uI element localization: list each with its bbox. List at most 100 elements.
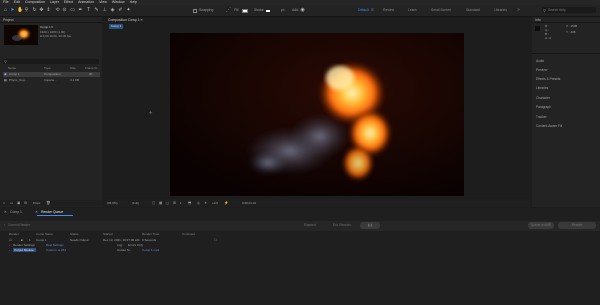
- grid-icon[interactable]: ⊞: [173, 199, 176, 207]
- fill-swatch[interactable]: [242, 8, 248, 13]
- panel-effects-presets[interactable]: Effects & Presets: [536, 77, 560, 81]
- search-help-input[interactable]: ⚲ Search Help: [542, 7, 596, 13]
- output-module-label[interactable]: Output Module:: [13, 248, 36, 252]
- project-search-input[interactable]: ⚲: [3, 59, 99, 64]
- pan-tool-icon[interactable]: ✥: [39, 8, 44, 13]
- panel-tracker[interactable]: Tracker: [536, 115, 547, 119]
- col-started[interactable]: Started: [103, 232, 113, 236]
- project-item-footage[interactable]: ▤ Phyric_Cog... Importe... 3.1 KB: [3, 78, 100, 83]
- bit-depth[interactable]: 8 bpc: [33, 201, 40, 205]
- camera-icon[interactable]: ⬒: [188, 199, 191, 207]
- selection-tool-icon[interactable]: ➤: [10, 8, 15, 13]
- output-module-value[interactable]: Custom: H.264: [46, 248, 66, 252]
- snapshot-icon[interactable]: ◎: [197, 199, 200, 207]
- expand-icon[interactable]: ›: [9, 243, 10, 247]
- workspace-menu-icon[interactable]: ≡: [370, 8, 375, 13]
- brush-tool-icon[interactable]: ✎: [94, 8, 99, 13]
- panel-audio[interactable]: Audio: [536, 59, 544, 63]
- roto-brush-tool-icon[interactable]: ✐: [118, 8, 123, 13]
- snapping-checkbox[interactable]: [193, 9, 197, 13]
- expand-icon[interactable]: ›: [9, 248, 10, 252]
- col-status[interactable]: Status: [70, 232, 79, 236]
- workspace-libraries[interactable]: Libraries: [494, 8, 507, 12]
- orbit-tool-icon[interactable]: ↻: [32, 8, 37, 13]
- stroke-swatch[interactable]: [265, 8, 271, 13]
- workspace-review[interactable]: Review: [383, 8, 394, 12]
- region-of-interest-icon[interactable]: ▢: [152, 199, 155, 207]
- render-checkbox-icon[interactable]: ☑: [9, 238, 12, 242]
- composition-tab[interactable]: Composition Comp 1 ≡: [108, 17, 143, 23]
- job-comment-checkbox[interactable]: ☐: [214, 238, 217, 242]
- type-tool-icon[interactable]: T: [86, 8, 91, 13]
- panel-content-aware-fill[interactable]: Content-Aware Fill: [536, 124, 562, 128]
- col-type[interactable]: Type: [44, 66, 51, 70]
- render-button[interactable]: Render: [558, 222, 596, 229]
- dolly-tool-icon[interactable]: ⇕: [46, 8, 51, 13]
- close-icon[interactable]: ✕: [4, 210, 7, 215]
- project-item-comp[interactable]: ▣ Comp 1 Composition 30: [3, 72, 100, 77]
- info-panel-title[interactable]: Info: [532, 17, 600, 23]
- transparency-grid-icon[interactable]: ▦: [159, 199, 162, 207]
- log-dropdown[interactable]: Errors Only: [128, 243, 143, 247]
- workspace-overflow-icon[interactable]: »: [516, 8, 521, 13]
- settings-icon[interactable]: ⚙: [24, 201, 27, 205]
- item-type: Composition: [44, 72, 61, 76]
- composition-canvas[interactable]: [170, 33, 464, 196]
- add-icon[interactable]: ◉: [300, 8, 305, 13]
- current-timecode[interactable]: 0;00;01;10: [242, 199, 256, 207]
- label-color-icon[interactable]: ■: [21, 238, 23, 242]
- mask-visibility-icon[interactable]: ◻: [166, 199, 169, 207]
- col-render[interactable]: Render: [9, 232, 19, 236]
- output-to-value[interactable]: Comp 1.mp4: [142, 248, 159, 252]
- zoom-dropdown[interactable]: (96.9%): [107, 199, 118, 207]
- col-frame-rate[interactable]: Frame R...: [85, 66, 99, 70]
- home-icon[interactable]: ⌂: [3, 8, 8, 13]
- rectangle-tool-icon[interactable]: ▭: [70, 8, 75, 13]
- exposure-icon[interactable]: ☀: [204, 199, 207, 207]
- eraser-tool-icon[interactable]: ◈: [110, 8, 115, 13]
- zoom-tool-icon[interactable]: ⚲: [24, 8, 29, 13]
- exposure-value[interactable]: +0.0: [212, 199, 218, 207]
- interpret-footage-icon[interactable]: ⌂: [3, 201, 5, 205]
- resolution-dropdown[interactable]: (Full): [132, 199, 139, 207]
- anchor-tool-icon[interactable]: ⊙: [62, 8, 67, 13]
- output-to-label: Output To:: [117, 248, 131, 252]
- project-panel-title[interactable]: Project: [0, 17, 102, 23]
- trash-icon[interactable]: 🗑: [46, 201, 51, 205]
- pause-button[interactable]: ❚❚: [360, 222, 380, 229]
- hand-tool-icon[interactable]: ✋: [17, 8, 23, 13]
- tab-comp-1[interactable]: Comp 1: [10, 210, 22, 215]
- workspace-small-screen[interactable]: Small Screen: [431, 8, 451, 12]
- item-size: 3.1 KB: [70, 78, 80, 82]
- panel-preview[interactable]: Preview: [536, 68, 547, 72]
- col-name[interactable]: Name: [8, 66, 16, 70]
- project-comp-name[interactable]: Comp 1 ▾: [40, 25, 53, 29]
- fire-smoke-render: [170, 33, 464, 196]
- comp-breadcrumb[interactable]: Comp 1: [109, 24, 123, 29]
- workspace-learn[interactable]: Learn: [408, 8, 417, 12]
- fast-previews-icon[interactable]: ⚡: [224, 199, 228, 207]
- col-comp-name[interactable]: Comp Name: [36, 232, 53, 236]
- color-channels-icon[interactable]: ◐: [180, 199, 182, 207]
- expand-icon[interactable]: ›: [4, 223, 5, 227]
- panel-libraries[interactable]: Libraries: [536, 86, 548, 90]
- render-settings-value[interactable]: Best Settings: [46, 243, 64, 247]
- new-comp-icon[interactable]: ▣: [17, 201, 20, 205]
- panel-character[interactable]: Character: [536, 96, 550, 100]
- queue-in-ame-button[interactable]: Queue in AME: [528, 222, 554, 229]
- col-render-time[interactable]: Render Time: [142, 232, 159, 236]
- item-fps: 30: [89, 72, 93, 76]
- puppet-tool-icon[interactable]: ✦: [126, 8, 131, 13]
- new-folder-icon[interactable]: ▭: [10, 201, 13, 205]
- workspace-standard[interactable]: Standard: [466, 8, 480, 12]
- clone-stamp-tool-icon[interactable]: ⊥: [102, 8, 107, 13]
- rotate-tool-icon[interactable]: ⟲: [55, 8, 60, 13]
- workspace-default[interactable]: Default: [358, 8, 369, 12]
- col-size[interactable]: Size: [70, 66, 76, 70]
- panel-paragraph[interactable]: Paragraph: [536, 105, 551, 109]
- col-comment[interactable]: Comment: [182, 232, 195, 236]
- pen-tool-icon[interactable]: ✒: [78, 8, 83, 13]
- viewer-controls-bar: (96.9%) (Full) ▢ ▦ ◻ ⊞ ◐ ⬒ ◎ ☀ +0.0 ⚡ 0;…: [104, 199, 530, 207]
- snap-options-icon[interactable]: ⋰: [226, 8, 231, 13]
- render-queue-header: Render Comp Name Status Started Render T…: [0, 232, 600, 237]
